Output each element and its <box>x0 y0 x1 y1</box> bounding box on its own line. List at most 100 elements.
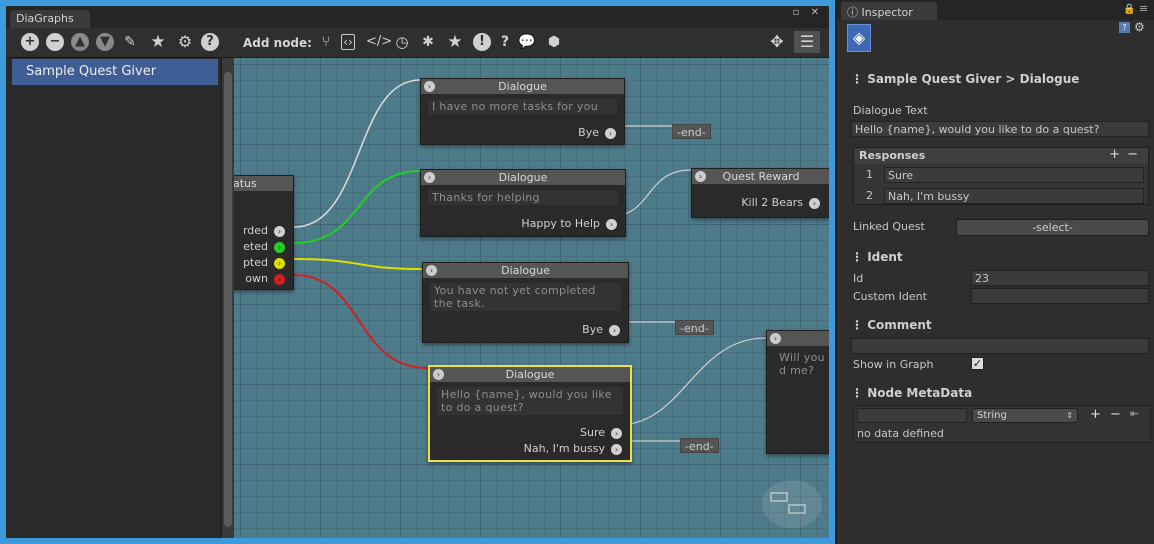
alert-icon[interactable]: ! <box>473 33 491 51</box>
script-file-icon[interactable]: ‹› <box>341 34 355 50</box>
add-metadata-icon[interactable]: + <box>1090 407 1101 422</box>
output-completed[interactable]: eted › <box>243 240 285 253</box>
output-pin-icon[interactable]: › <box>606 218 617 230</box>
input-pin-icon[interactable]: › <box>770 333 781 344</box>
node-title: Quest Reward <box>722 170 800 183</box>
dialogue-node-partial[interactable]: › Will you d me? <box>766 330 829 454</box>
remove-response-icon[interactable]: − <box>1127 147 1138 162</box>
window-tab[interactable]: DiaGraphs <box>10 10 90 28</box>
options-icon[interactable]: ≡ <box>1139 2 1148 15</box>
comment-field[interactable] <box>851 338 1149 354</box>
dialogue-text-label: Dialogue Text <box>853 104 928 117</box>
gear-icon[interactable]: ⚙ <box>1134 20 1145 34</box>
node-title: Dialogue <box>498 171 548 184</box>
output-pin-icon[interactable]: › <box>274 257 285 269</box>
output-kill-2-bears[interactable]: Kill 2 Bears › <box>741 196 820 209</box>
id-field[interactable]: 23 <box>971 270 1149 286</box>
output-pin-icon[interactable]: › <box>609 324 620 336</box>
output-unknown[interactable]: own › <box>245 272 285 285</box>
remove-icon[interactable]: − <box>46 33 64 51</box>
branch-icon[interactable]: ⑂ <box>317 33 335 51</box>
edit-icon[interactable]: ✎ <box>121 33 139 51</box>
output-rewarded[interactable]: rded › <box>243 224 285 237</box>
input-pin-icon[interactable]: › <box>426 265 437 276</box>
output-pin-icon[interactable]: › <box>274 273 285 285</box>
output-nah-im-bussy[interactable]: Nah, I'm bussy › <box>524 442 622 455</box>
show-in-graph-checkbox[interactable]: ✓ <box>971 357 984 370</box>
graph-list-item-sample-quest-giver[interactable]: Sample Quest Giver <box>12 59 218 85</box>
help-book-icon[interactable]: ? <box>1119 22 1130 33</box>
clock-icon[interactable]: ◷ <box>393 33 411 51</box>
star-node-icon[interactable]: ★ <box>446 33 464 51</box>
id-label: Id <box>853 272 864 285</box>
output-bye[interactable]: Bye › <box>578 126 616 139</box>
gear-icon[interactable]: ⚙ <box>176 33 194 51</box>
input-pin-icon[interactable]: › <box>433 369 444 380</box>
window-controls[interactable]: ▫ ✕ <box>793 7 823 18</box>
toolbar: + − ▲ ▼ ✎ ★ ⚙ ? Add node: ⑂ ‹› </> ◷ ✱ ★… <box>6 28 829 58</box>
output-label: Bye <box>582 323 603 336</box>
input-pin-icon[interactable]: › <box>424 81 435 92</box>
input-pin-icon[interactable]: › <box>695 171 706 182</box>
insert-metadata-icon[interactable]: ⇤ <box>1130 407 1139 420</box>
output-pin-icon[interactable]: › <box>809 197 820 209</box>
pan-move-icon[interactable]: ✥ <box>768 33 786 51</box>
output-bye[interactable]: Bye › <box>582 323 620 336</box>
sidebar-scrollbar[interactable] <box>222 58 234 538</box>
quest-reward-node[interactable]: › Quest Reward Kill 2 Bears › <box>691 168 829 218</box>
question-icon[interactable]: ? <box>496 33 514 51</box>
output-pin-icon[interactable]: › <box>274 225 285 237</box>
menu-icon[interactable]: ☰ <box>794 31 820 53</box>
dialogue-node-not-completed[interactable]: › Dialogue You have not yet completed the… <box>422 262 629 343</box>
star-icon[interactable]: ★ <box>149 33 167 51</box>
output-pin-icon[interactable]: › <box>274 241 285 253</box>
node-title: Dialogue <box>498 80 547 93</box>
input-pin-icon[interactable]: › <box>424 172 435 183</box>
response-field-1[interactable]: Sure <box>884 167 1144 183</box>
output-accepted[interactable]: pted › <box>243 256 285 269</box>
output-happy-to-help[interactable]: Happy to Help › <box>521 217 617 230</box>
dialogue-node-thanks[interactable]: › Dialogue Thanks for helping Happy to He… <box>420 169 626 237</box>
help-icon[interactable]: ? <box>201 33 219 51</box>
custom-ident-field[interactable] <box>971 288 1149 304</box>
move-down-icon[interactable]: ▼ <box>96 33 114 51</box>
no-data-text: no data defined <box>857 427 944 440</box>
node-title: atus <box>234 176 293 191</box>
add-node-label: Add node: <box>243 36 312 50</box>
code-icon[interactable]: </> <box>366 33 392 51</box>
response-field-2[interactable]: Nah, I'm bussy <box>884 188 1144 204</box>
dialogue-text-field[interactable]: Hello {name}, would you like to do a que… <box>851 121 1149 137</box>
node-text: Hello {name}, would you like to do a que… <box>437 387 623 415</box>
remove-metadata-icon[interactable]: − <box>1110 407 1121 422</box>
bug-icon[interactable]: ✱ <box>419 33 437 51</box>
output-label: pted <box>242 256 268 269</box>
add-icon[interactable]: + <box>21 33 39 51</box>
inspector-tab[interactable]: ⓘ Inspector <box>841 2 937 20</box>
dialogue-node-selected[interactable]: › Dialogue Hello {name}, would you like t… <box>428 365 632 462</box>
inspector-panel: ⓘ Inspector 🔒 ≡ ? ⚙ ◈ ⋮ Sample Quest Giv… <box>835 0 1154 544</box>
cube-icon[interactable]: ⬢ <box>545 33 563 51</box>
add-response-icon[interactable]: + <box>1109 147 1120 162</box>
output-sure[interactable]: Sure › <box>580 426 622 439</box>
metadata-type-dropdown[interactable]: String ⇕ <box>972 408 1078 423</box>
linked-quest-select-button[interactable]: -select- <box>956 219 1149 236</box>
status-node[interactable]: atus rded › eted › pted › own › <box>234 175 294 290</box>
scrollbar-thumb[interactable] <box>224 72 232 527</box>
ident-header: ⋮ Ident <box>851 250 903 264</box>
output-pin-icon[interactable]: › <box>611 443 622 455</box>
inspector-title-text: Sample Quest Giver > Dialogue <box>867 72 1080 86</box>
output-pin-icon[interactable]: › <box>611 427 622 439</box>
minimap-toggle-icon[interactable] <box>762 480 822 528</box>
dialogue-node-no-more-tasks[interactable]: › Dialogue I have no more tasks for you B… <box>420 78 625 145</box>
graph-canvas[interactable]: atus rded › eted › pted › own › › Dialogue I … <box>234 58 829 538</box>
move-up-icon[interactable]: ▲ <box>71 33 89 51</box>
node-text: I have no more tasks for you <box>428 99 617 114</box>
end-tag: -end- <box>672 124 711 139</box>
node-text: Thanks for helping <box>428 190 618 205</box>
lock-icon[interactable]: 🔒 <box>1123 4 1135 15</box>
chat-bubble-icon[interactable]: 💬 <box>518 33 536 51</box>
responses-list: Responses + − 1 Sure 2 Nah, I'm bussy <box>853 147 1149 205</box>
metadata-key-field[interactable] <box>857 408 967 423</box>
node-title: Dialogue <box>505 368 555 381</box>
output-pin-icon[interactable]: › <box>605 127 616 139</box>
